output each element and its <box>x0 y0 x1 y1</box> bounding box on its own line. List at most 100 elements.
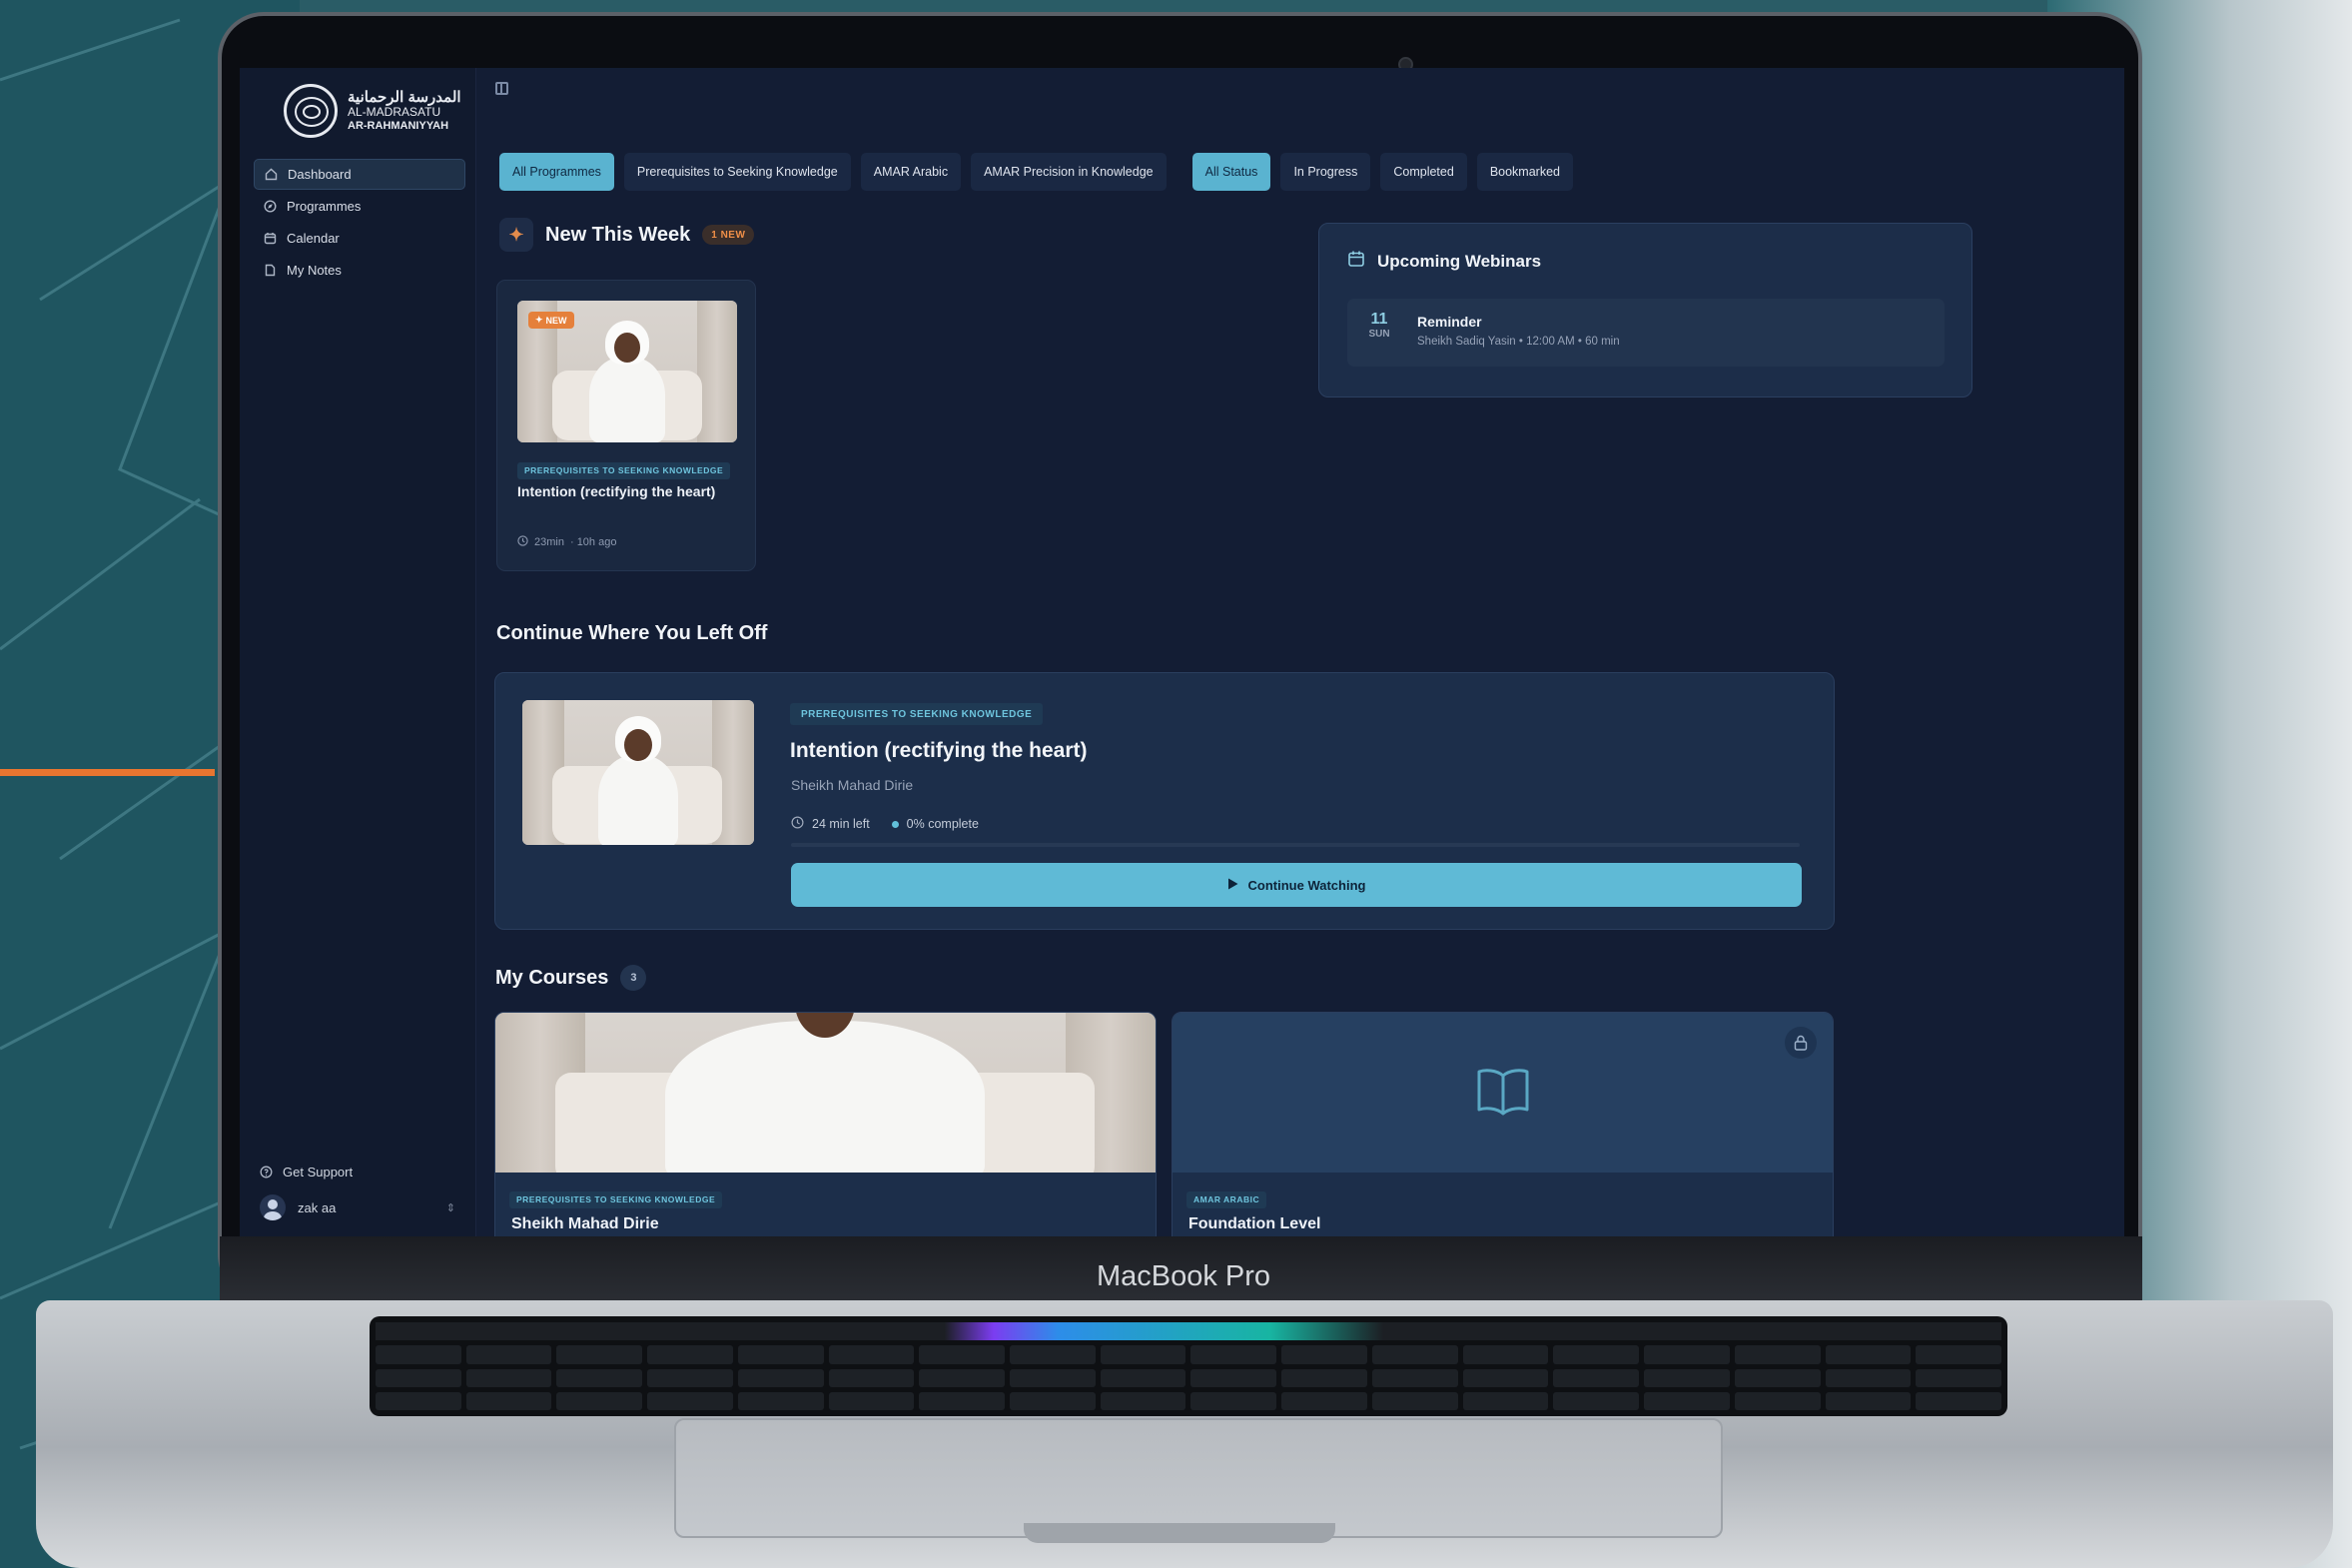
filter-all-programmes[interactable]: All Programmes <box>499 153 614 191</box>
keyboard-key <box>737 1368 824 1387</box>
keyboard-key <box>1644 1368 1730 1387</box>
keyboard-key <box>1916 1368 2001 1387</box>
keyboard-key <box>1916 1391 2001 1410</box>
keyboard-key <box>1010 1368 1096 1387</box>
accent-line <box>0 769 215 776</box>
lesson-duration: 23min <box>534 536 564 548</box>
sidebar-footer: Get Support zak aa ⇕ <box>254 1157 465 1228</box>
keyboard-key <box>1371 1368 1458 1387</box>
sidebar-toggle-icon[interactable] <box>495 82 508 95</box>
programme-tag: PREREQUISITES TO SEEKING KNOWLEDGE <box>790 703 1044 725</box>
keyboard-key <box>1825 1368 1912 1387</box>
keyboard-key <box>556 1368 643 1387</box>
compass-icon <box>264 200 277 213</box>
filter-completed[interactable]: Completed <box>1380 153 1467 191</box>
touch-bar <box>376 1322 2001 1341</box>
percent-complete: 0% complete <box>906 817 979 831</box>
sidebar-item-calendar[interactable]: Calendar <box>254 223 465 254</box>
filter-in-progress[interactable]: In Progress <box>1280 153 1371 191</box>
filter-prerequisites[interactable]: Prerequisites to Seeking Knowledge <box>623 153 851 191</box>
app-screen: المدرسة الرحمانية AL-MADRASATU AR-RAHMAN… <box>240 68 2124 1236</box>
logo[interactable]: المدرسة الرحمانية AL-MADRASATU AR-RAHMAN… <box>284 84 461 138</box>
button-label: Continue Watching <box>1247 877 1366 893</box>
calendar-icon <box>1347 250 1365 273</box>
continue-watching-button[interactable]: Continue Watching <box>791 863 1802 907</box>
clock-icon <box>791 816 804 832</box>
laptop-notch <box>1024 1523 1335 1543</box>
get-support-link[interactable]: Get Support <box>254 1157 465 1186</box>
keyboard-key <box>828 1368 915 1387</box>
keyboard-key <box>1825 1391 1912 1410</box>
lesson-thumbnail: ✦ NEW <box>517 301 737 442</box>
my-courses-header: My Courses 3 <box>495 965 647 991</box>
help-icon <box>260 1166 273 1178</box>
avatar <box>260 1194 286 1220</box>
continue-meta: 24 min left 0% complete <box>791 816 979 832</box>
filter-all-status[interactable]: All Status <box>1191 153 1271 191</box>
sparkle-icon: ✦ <box>499 218 533 252</box>
webinar-details: Sheikh Sadiq Yasin • 12:00 AM • 60 min <box>1417 336 1620 348</box>
clock-icon <box>517 535 528 549</box>
filter-bar: All Programmes Prerequisites to Seeking … <box>499 153 1573 191</box>
keyboard-key <box>376 1345 461 1364</box>
get-support-label: Get Support <box>283 1164 354 1179</box>
keyboard-key <box>556 1391 643 1410</box>
programme-tag: PREREQUISITES TO SEEKING KNOWLEDGE <box>517 461 731 479</box>
keyboard-key <box>1553 1368 1640 1387</box>
sidebar-item-programmes[interactable]: Programmes <box>254 191 465 222</box>
sidebar: المدرسة الرحمانية AL-MADRASATU AR-RAHMAN… <box>240 68 476 1236</box>
keyboard-key <box>1010 1391 1096 1410</box>
course-placeholder <box>1173 1013 1833 1173</box>
course-count-badge: 3 <box>620 965 647 991</box>
file-icon <box>264 264 277 277</box>
keyboard-key <box>1100 1345 1186 1364</box>
section-title: New This Week <box>545 223 691 246</box>
continue-author: Sheikh Mahad Dirie <box>791 777 914 793</box>
new-thumb-badge: ✦ NEW <box>528 312 574 329</box>
continue-thumbnail[interactable] <box>522 700 754 845</box>
lesson-age: · 10h ago <box>569 536 617 548</box>
webinar-title: Reminder <box>1417 314 1482 330</box>
device-label: MacBook Pro <box>1096 1260 1271 1292</box>
keyboard-key <box>919 1345 1006 1364</box>
keyboard-key <box>647 1368 733 1387</box>
filter-bookmarked[interactable]: Bookmarked <box>1476 153 1573 191</box>
sidebar-item-label: My Notes <box>287 263 342 278</box>
book-icon <box>1476 1066 1530 1121</box>
sidebar-item-label: Calendar <box>287 231 340 246</box>
course-card[interactable]: PREREQUISITES TO SEEKING KNOWLEDGE Sheik… <box>494 1012 1157 1236</box>
keyboard-key <box>647 1345 733 1364</box>
keyboard-key <box>1916 1345 2001 1364</box>
filter-amar-precision[interactable]: AMAR Precision in Knowledge <box>971 153 1167 191</box>
programme-tag: AMAR ARABIC <box>1186 1190 1267 1208</box>
user-name: zak aa <box>298 1199 337 1215</box>
sparkle-icon: ✦ <box>535 315 543 325</box>
user-menu[interactable]: zak aa ⇕ <box>254 1186 465 1228</box>
sidebar-item-dashboard[interactable]: Dashboard <box>254 159 465 190</box>
course-title: Foundation Level <box>1188 1215 1321 1232</box>
keyboard-key <box>1825 1345 1912 1364</box>
filter-amar-arabic[interactable]: AMAR Arabic <box>860 153 962 191</box>
keyboard-key <box>1734 1391 1821 1410</box>
keyboard-key <box>919 1368 1006 1387</box>
keyboard-key <box>1462 1391 1549 1410</box>
webinar-weekday: SUN <box>1368 329 1390 340</box>
lesson-title: Intention (rectifying the heart) <box>517 483 716 499</box>
new-lesson-card[interactable]: ✦ NEW PREREQUISITES TO SEEKING KNOWLEDGE … <box>496 280 756 571</box>
logo-line2: AR-RAHMANIYYAH <box>348 120 449 133</box>
keyboard-key <box>465 1345 552 1364</box>
keyboard-key <box>1010 1345 1096 1364</box>
keyboard-key <box>1734 1368 1821 1387</box>
course-card[interactable]: AMAR ARABIC Foundation Level <box>1172 1012 1834 1236</box>
time-left: 24 min left <box>812 817 870 831</box>
keyboard-key <box>1281 1391 1367 1410</box>
webinar-item[interactable]: 11 SUN Reminder Sheikh Sadiq Yasin • 12:… <box>1347 299 1945 367</box>
continue-card: PREREQUISITES TO SEEKING KNOWLEDGE Inten… <box>494 672 1835 930</box>
course-image <box>495 1013 1156 1173</box>
keyboard-key <box>376 1368 461 1387</box>
sidebar-item-my-notes[interactable]: My Notes <box>254 255 465 286</box>
section-title: Continue Where You Left Off <box>496 622 768 644</box>
new-this-week-header: ✦ New This Week 1 NEW <box>499 218 755 252</box>
keyboard-key <box>919 1391 1006 1410</box>
lesson-progress-bar <box>791 843 1800 847</box>
